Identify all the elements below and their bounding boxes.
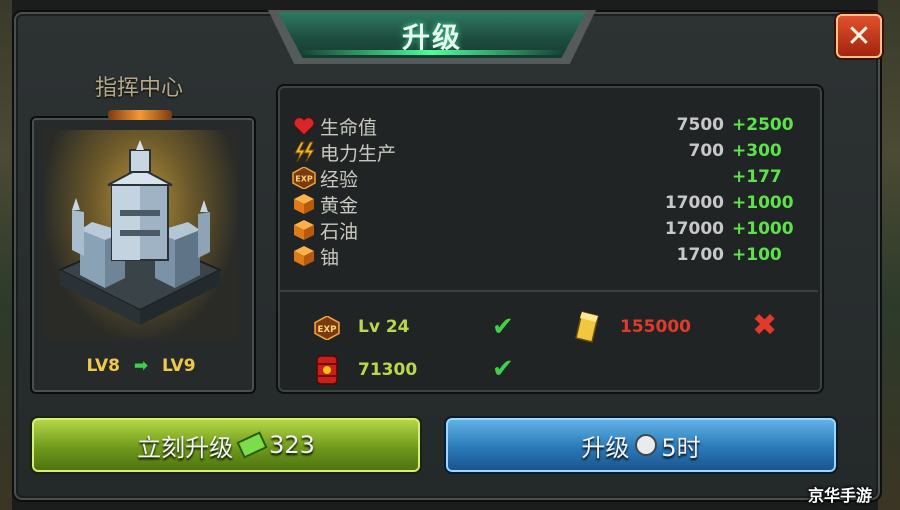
stat-label: 电力生产 — [320, 143, 397, 165]
stat-value: 1700 — [676, 245, 724, 265]
check-icon: ✔ — [492, 312, 514, 342]
stat-label: 生命值 — [320, 117, 378, 139]
close-icon: ✕ — [846, 18, 872, 54]
level-change: LV8 ➡ LV9 — [30, 356, 252, 376]
requirement-gold: 155000 ✖ — [572, 308, 792, 343]
upgrade-time: 5时 — [661, 433, 701, 462]
stat-row-oil: 石油 17000 +1000 — [292, 217, 802, 243]
requirement-oil: 71300 ✔ — [314, 354, 534, 385]
requirement-oil-text: 71300 — [358, 360, 418, 380]
stat-bonus: +2500 — [732, 115, 794, 135]
stat-row-uranium: 铀 1700 +100 — [292, 243, 802, 269]
svg-text:EXP: EXP — [318, 325, 337, 335]
instant-upgrade-label: 立刻升级 — [137, 433, 234, 462]
cash-icon — [236, 431, 268, 459]
exp-icon: EXP — [292, 167, 316, 189]
stopwatch-icon — [635, 434, 658, 456]
gold-bar-icon — [575, 311, 599, 343]
instant-upgrade-cost: 323 — [269, 431, 315, 459]
command-center-image — [57, 140, 223, 325]
requirement-gold-text: 155000 — [620, 317, 691, 337]
stat-row-exp: EXP 经验 +177 — [292, 165, 802, 191]
background-left — [0, 0, 12, 510]
stat-row-health: 生命值 7500 +2500 — [292, 113, 802, 139]
stats-divider — [278, 290, 818, 292]
svg-text:EXP: EXP — [295, 175, 313, 184]
stat-bonus: +1000 — [732, 219, 794, 239]
stat-row-gold: 黄金 17000 +1000 — [292, 191, 802, 217]
check-icon: ✔ — [492, 354, 514, 384]
stat-bonus: +177 — [732, 167, 782, 187]
close-button[interactable]: ✕ — [836, 14, 882, 58]
stat-value: 17000 — [664, 219, 724, 239]
stat-label: 经验 — [320, 169, 359, 191]
stat-bonus: +100 — [732, 245, 782, 265]
resource-cube-icon — [294, 194, 314, 214]
resource-cube-icon — [294, 246, 314, 266]
lightning-icon — [294, 141, 315, 163]
level-to: LV9 — [162, 356, 196, 376]
instant-upgrade-button[interactable]: 立刻升级 323 — [30, 416, 422, 474]
title-glow — [300, 50, 564, 55]
stat-value: 17000 — [664, 193, 724, 213]
building-name: 指挥中心 — [94, 76, 183, 101]
cross-icon: ✖ — [752, 308, 778, 343]
building-frame-tab — [108, 110, 172, 120]
stat-label: 铀 — [320, 247, 340, 269]
oil-barrel-icon — [316, 355, 338, 385]
stat-bonus: +1000 — [732, 193, 794, 213]
watermark: 京华手游 — [808, 486, 873, 505]
requirement-level-text: Lv 24 — [358, 317, 410, 337]
exp-icon: EXP — [314, 316, 340, 340]
stat-label: 黄金 — [320, 195, 359, 217]
upgrade-button[interactable]: 升级 5时 — [444, 416, 838, 474]
stat-row-power: 电力生产 700 +300 — [292, 139, 802, 165]
resource-cube-icon — [294, 220, 314, 240]
level-from: LV8 — [86, 356, 120, 376]
stat-bonus: +300 — [732, 141, 782, 161]
upgrade-label: 升级 — [581, 433, 630, 462]
requirement-level: EXP Lv 24 ✔ — [314, 312, 514, 342]
level-arrow-icon: ➡ — [133, 356, 149, 376]
heart-icon — [293, 117, 315, 136]
stat-value: 7500 — [676, 115, 724, 135]
stat-value: 700 — [688, 141, 725, 161]
stat-label: 石油 — [320, 221, 359, 243]
